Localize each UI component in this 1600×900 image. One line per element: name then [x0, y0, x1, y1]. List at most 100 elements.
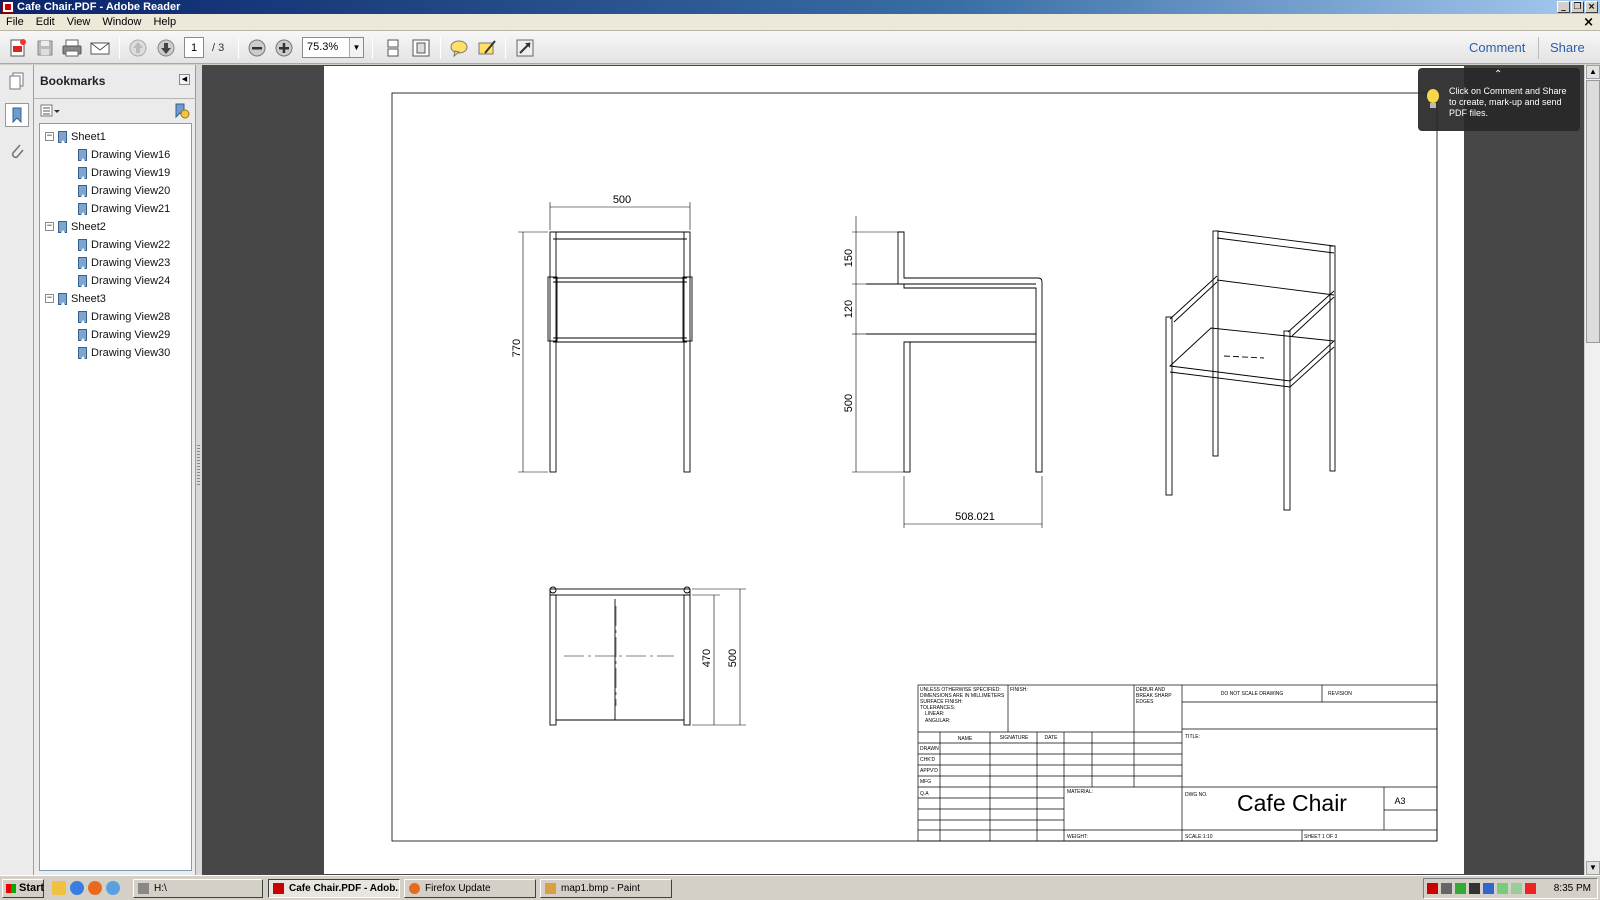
- bookmark-sheet[interactable]: − Sheet2: [40, 218, 191, 236]
- tb-dwg-no: DWG NO.: [1185, 792, 1208, 798]
- window-title: Cafe Chair.PDF - Adobe Reader: [17, 1, 181, 13]
- collapse-panel-icon[interactable]: ◀: [179, 74, 190, 85]
- chevron-down-icon[interactable]: ▼: [349, 38, 363, 57]
- front-dimensions: [518, 202, 691, 473]
- highlight-text-icon[interactable]: [475, 36, 499, 60]
- menu-window[interactable]: Window: [96, 16, 147, 28]
- tb-row-appvd: APPV'D: [920, 768, 938, 774]
- task-adobe-reader[interactable]: Cafe Chair.PDF - Adob...: [268, 879, 400, 898]
- bookmark-item[interactable]: Drawing View21: [40, 200, 191, 218]
- tb-note-5: ANGULAR:: [925, 718, 951, 724]
- collapse-toggle-icon[interactable]: −: [45, 294, 54, 303]
- tray-icon[interactable]: [1455, 883, 1466, 894]
- create-pdf-icon[interactable]: [6, 36, 30, 60]
- next-page-icon[interactable]: [154, 36, 178, 60]
- bookmarks-tree: − Sheet1 Drawing View16 Drawing View19 Drawi…: [39, 123, 192, 871]
- bookmark-item[interactable]: Drawing View20: [40, 182, 191, 200]
- expand-icon[interactable]: [513, 36, 537, 60]
- print-icon[interactable]: [60, 36, 84, 60]
- collapse-toggle-icon[interactable]: −: [45, 132, 54, 141]
- bookmark-label: Drawing View28: [91, 311, 171, 323]
- document-viewport[interactable]: 500 770 150 120 500 508.021 470 500 UNLE…: [202, 65, 1584, 875]
- bookmark-icon: [78, 329, 87, 341]
- previous-page-icon[interactable]: [126, 36, 150, 60]
- bookmark-item[interactable]: Drawing View23: [40, 254, 191, 272]
- bookmark-icon: [58, 221, 67, 233]
- start-button[interactable]: Start: [2, 879, 44, 898]
- folder-quicklaunch-icon[interactable]: [52, 881, 66, 895]
- tb-col-name: NAME: [958, 736, 973, 742]
- dim-front-width: 500: [613, 194, 631, 206]
- save-icon[interactable]: [33, 36, 57, 60]
- tray-icon[interactable]: [1525, 883, 1536, 894]
- bookmarks-icon[interactable]: [5, 103, 29, 127]
- tray-icon[interactable]: [1469, 883, 1480, 894]
- page-number-input[interactable]: [184, 37, 204, 58]
- ie-quicklaunch-icon[interactable]: [70, 881, 84, 895]
- task-firefox-update[interactable]: Firefox Update: [404, 879, 536, 898]
- menu-file[interactable]: File: [0, 16, 30, 28]
- bookmark-label: Drawing View22: [91, 239, 171, 251]
- main-toolbar: / 3 75.3% ▼ Comment Share: [0, 31, 1600, 64]
- vertical-scrollbar[interactable]: ▲ ▼: [1584, 65, 1600, 875]
- close-button[interactable]: ×: [1585, 1, 1598, 13]
- bookmark-label: Sheet3: [71, 293, 106, 305]
- scroll-down-arrow[interactable]: ▼: [1586, 861, 1600, 875]
- task-paint[interactable]: map1.bmp - Paint: [540, 879, 672, 898]
- tb-note-4: LINEAR:: [925, 711, 944, 717]
- restore-button[interactable]: ❐: [1571, 1, 1584, 13]
- document-close-icon[interactable]: ×: [1583, 15, 1594, 30]
- dim-side-mid: 120: [843, 300, 855, 318]
- engineering-drawing: 500 770 150 120 500 508.021 470 500 UNLE…: [391, 92, 1438, 842]
- scroll-thumb[interactable]: [1586, 80, 1600, 343]
- bookmarks-panel: Bookmarks ◀ − Sheet1 Drawing View16 Drawing…: [34, 65, 196, 875]
- email-icon[interactable]: [88, 36, 112, 60]
- chevron-up-icon[interactable]: ⌃: [1494, 69, 1502, 80]
- bookmark-item[interactable]: Drawing View29: [40, 326, 191, 344]
- share-button[interactable]: Share: [1550, 40, 1585, 55]
- menu-edit[interactable]: Edit: [30, 16, 61, 28]
- bookmark-item[interactable]: Drawing View30: [40, 344, 191, 362]
- tray-icon[interactable]: [1497, 883, 1508, 894]
- front-view: [547, 231, 693, 473]
- menu-view[interactable]: View: [61, 16, 97, 28]
- app-quicklaunch-icon[interactable]: [106, 881, 120, 895]
- minimize-button[interactable]: _: [1557, 1, 1570, 13]
- bookmark-item[interactable]: Drawing View24: [40, 272, 191, 290]
- attachments-icon[interactable]: [5, 139, 29, 163]
- bookmark-sheet[interactable]: − Sheet1: [40, 128, 191, 146]
- sticky-note-icon[interactable]: [447, 36, 471, 60]
- zoom-select[interactable]: 75.3% ▼: [302, 37, 364, 58]
- new-bookmark-icon[interactable]: [172, 102, 190, 120]
- tray-icon[interactable]: [1441, 883, 1452, 894]
- fit-page-icon[interactable]: [409, 36, 433, 60]
- bookmark-item[interactable]: Drawing View19: [40, 164, 191, 182]
- tray-icon[interactable]: [1511, 883, 1522, 894]
- page-thumbnails-icon[interactable]: [5, 69, 29, 93]
- tray-icon[interactable]: [1483, 883, 1494, 894]
- tb-row-chkd: CHK'D: [920, 757, 936, 763]
- bookmark-item[interactable]: Drawing View22: [40, 236, 191, 254]
- dim-front-height: 770: [511, 339, 523, 357]
- bookmark-label: Drawing View30: [91, 347, 171, 359]
- bookmark-item[interactable]: Drawing View28: [40, 308, 191, 326]
- bookmark-item[interactable]: Drawing View16: [40, 146, 191, 164]
- bookmark-icon: [78, 149, 87, 161]
- firefox-quicklaunch-icon[interactable]: [88, 881, 102, 895]
- zoom-in-icon[interactable]: [272, 36, 296, 60]
- scrolling-mode-icon[interactable]: [381, 36, 405, 60]
- paint-icon: [545, 883, 556, 894]
- scroll-up-arrow[interactable]: ▲: [1586, 65, 1600, 79]
- options-menu-icon[interactable]: [40, 103, 62, 119]
- menu-help[interactable]: Help: [147, 16, 182, 28]
- collapse-toggle-icon[interactable]: −: [45, 222, 54, 231]
- task-explorer[interactable]: H:\: [133, 879, 263, 898]
- tb-row-drawn: DRAWN: [920, 746, 939, 752]
- clock: 8:35 PM: [1553, 883, 1591, 894]
- zoom-out-icon[interactable]: [245, 36, 269, 60]
- tray-icon[interactable]: [1427, 883, 1438, 894]
- bookmark-sheet[interactable]: − Sheet3: [40, 290, 191, 308]
- bookmark-label: Drawing View24: [91, 275, 171, 287]
- comment-button[interactable]: Comment: [1469, 40, 1525, 55]
- page-total: / 3: [212, 42, 225, 54]
